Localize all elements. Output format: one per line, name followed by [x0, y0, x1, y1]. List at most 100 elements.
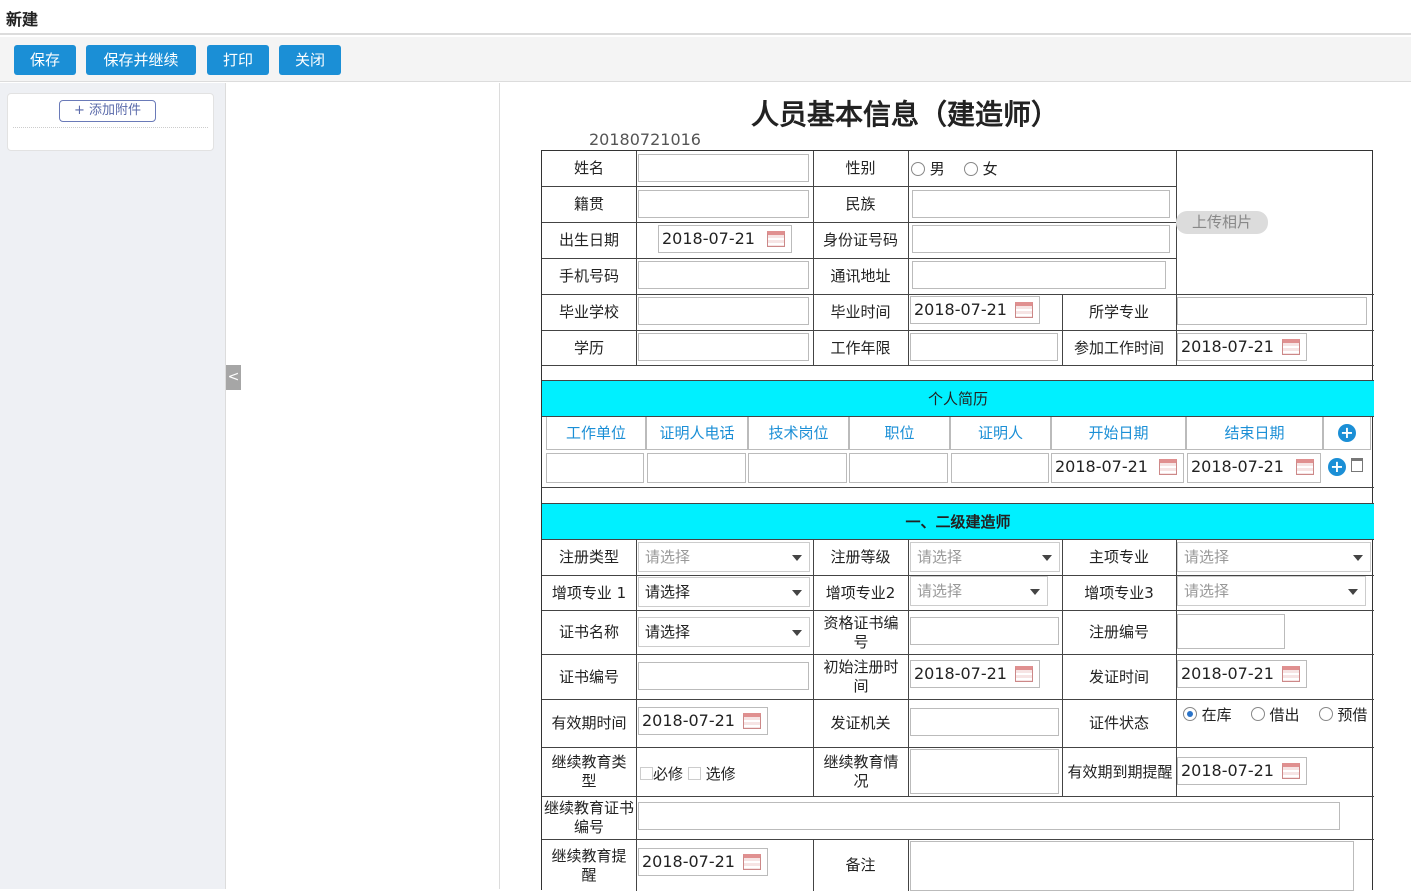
work-start-label: 参加工作时间	[1073, 338, 1164, 357]
issuer-input[interactable]	[910, 708, 1059, 736]
required-checkbox[interactable]	[640, 767, 653, 780]
gender-radio-group: 男 女	[911, 157, 998, 181]
calendar-icon[interactable]	[1282, 339, 1300, 355]
resume-witness-input[interactable]	[951, 453, 1049, 483]
issue-time-label: 发证时间	[1088, 667, 1149, 686]
birth-label: 出生日期	[558, 231, 619, 249]
cont-edu-cert-no-label: 继续教育证书编号	[544, 799, 635, 836]
valid-date-input[interactable]: 2018-07-21	[638, 707, 768, 735]
cont-edu-status-input[interactable]	[910, 749, 1059, 794]
add-row-icon[interactable]: +	[1338, 424, 1356, 442]
status-pre-label: 预借	[1337, 706, 1368, 724]
calendar-icon[interactable]	[743, 854, 761, 870]
status-in-radio[interactable]	[1182, 707, 1197, 721]
main-major-label: 主项专业	[1088, 548, 1149, 566]
main-major-select[interactable]: 请选择	[1177, 542, 1371, 572]
grad-date-input[interactable]: 2018-07-21	[910, 296, 1040, 324]
resume-position-input[interactable]	[849, 453, 948, 483]
status-out-radio[interactable]	[1250, 707, 1265, 721]
birth-date-input[interactable]: 2018-07-21	[658, 225, 792, 253]
name-input[interactable]	[638, 154, 809, 182]
major-input[interactable]	[1177, 297, 1367, 325]
expiry-remind-label: 有效期到期提醒	[1067, 762, 1173, 781]
add-major2-select[interactable]: 请选择	[910, 576, 1048, 606]
resume-tech-post-input[interactable]	[748, 453, 847, 483]
ethnicity-label: 民族	[845, 195, 876, 213]
form-title: 人员基本信息（建造师）	[751, 98, 1060, 131]
calendar-icon[interactable]	[743, 713, 761, 729]
resume-start-date-input[interactable]: 2018-07-21	[1051, 453, 1184, 483]
calendar-icon[interactable]	[1282, 763, 1300, 779]
calendar-icon[interactable]	[1296, 459, 1314, 475]
collapse-arrow-icon[interactable]: <	[226, 365, 241, 390]
divider	[13, 127, 208, 128]
name-label: 姓名	[573, 159, 604, 177]
upload-photo-button[interactable]: 上传相片	[1176, 211, 1268, 234]
remark-label: 备注	[845, 856, 876, 874]
add-row-icon[interactable]: +	[1328, 458, 1346, 476]
add-major3-select[interactable]: 请选择	[1177, 576, 1366, 606]
reg-level-select[interactable]: 请选择	[910, 542, 1060, 572]
work-years-input[interactable]	[910, 333, 1058, 361]
education-input[interactable]	[638, 333, 809, 361]
close-button[interactable]: 关闭	[279, 45, 341, 75]
issue-date-input[interactable]: 2018-07-21	[1177, 660, 1307, 688]
col-position: 职位	[849, 417, 950, 450]
init-reg-date-input[interactable]: 2018-07-21	[910, 660, 1040, 688]
resume-witness-phone-input[interactable]	[647, 453, 746, 483]
id-no-input[interactable]	[912, 225, 1170, 253]
cert-no-input[interactable]	[638, 662, 809, 690]
calendar-icon[interactable]	[767, 231, 785, 247]
address-input[interactable]	[912, 261, 1166, 289]
chevron-down-icon	[792, 555, 802, 561]
cont-edu-remind-date-input[interactable]: 2018-07-21	[638, 848, 768, 876]
work-start-date-input[interactable]: 2018-07-21	[1177, 333, 1307, 361]
male-radio[interactable]	[911, 162, 925, 176]
delete-icon[interactable]	[1350, 458, 1363, 472]
phone-label: 手机号码	[558, 267, 619, 285]
calendar-icon[interactable]	[1159, 459, 1177, 475]
col-work-unit: 工作单位	[546, 417, 646, 450]
resume-work-unit-input[interactable]	[546, 453, 644, 483]
reg-type-select[interactable]: 请选择	[638, 542, 810, 572]
calendar-icon[interactable]	[1015, 302, 1033, 318]
chevron-down-icon	[792, 590, 802, 596]
school-label: 毕业学校	[558, 303, 619, 321]
cert-name-select[interactable]: 请选择	[638, 617, 810, 647]
add-row-header: +	[1323, 417, 1371, 450]
elective-checkbox[interactable]	[687, 767, 701, 780]
col-tech-post: 技术岗位	[748, 417, 849, 450]
save-continue-button[interactable]: 保存并继续	[86, 45, 196, 75]
resume-end-date-input[interactable]: 2018-07-21	[1187, 453, 1321, 483]
col-start-date: 开始日期	[1051, 417, 1186, 450]
col-witness-phone: 证明人电话	[646, 417, 748, 450]
row-actions: +	[1328, 458, 1363, 476]
required-label: 必修	[653, 765, 684, 783]
cont-edu-cert-no-input[interactable]	[638, 802, 1340, 830]
female-label: 女	[982, 159, 998, 178]
chevron-down-icon	[1030, 589, 1040, 595]
chevron-down-icon	[1042, 555, 1052, 561]
native-input[interactable]	[638, 190, 809, 218]
education-label: 学历	[573, 338, 604, 357]
status-pre-radio[interactable]	[1318, 707, 1333, 721]
add-attachment-button[interactable]: + 添加附件	[59, 100, 156, 122]
address-label: 通讯地址	[830, 267, 891, 285]
save-button[interactable]: 保存	[14, 45, 76, 75]
chevron-down-icon	[1353, 555, 1363, 561]
work-years-label: 工作年限	[830, 338, 891, 357]
qual-cert-no-input[interactable]	[910, 617, 1059, 645]
expiry-remind-date-input[interactable]: 2018-07-21	[1177, 757, 1307, 785]
ethnicity-input[interactable]	[912, 190, 1170, 218]
reg-no-input[interactable]	[1177, 614, 1285, 649]
phone-input[interactable]	[638, 261, 809, 289]
calendar-icon[interactable]	[1015, 666, 1033, 682]
female-radio[interactable]	[963, 162, 978, 176]
school-input[interactable]	[638, 297, 809, 325]
remark-textarea[interactable]	[910, 841, 1354, 891]
print-button[interactable]: 打印	[207, 45, 269, 75]
col-end-date: 结束日期	[1186, 417, 1323, 450]
add-major1-select[interactable]: 请选择	[638, 577, 810, 607]
calendar-icon[interactable]	[1282, 666, 1300, 682]
cert-name-label: 证书名称	[558, 623, 619, 641]
